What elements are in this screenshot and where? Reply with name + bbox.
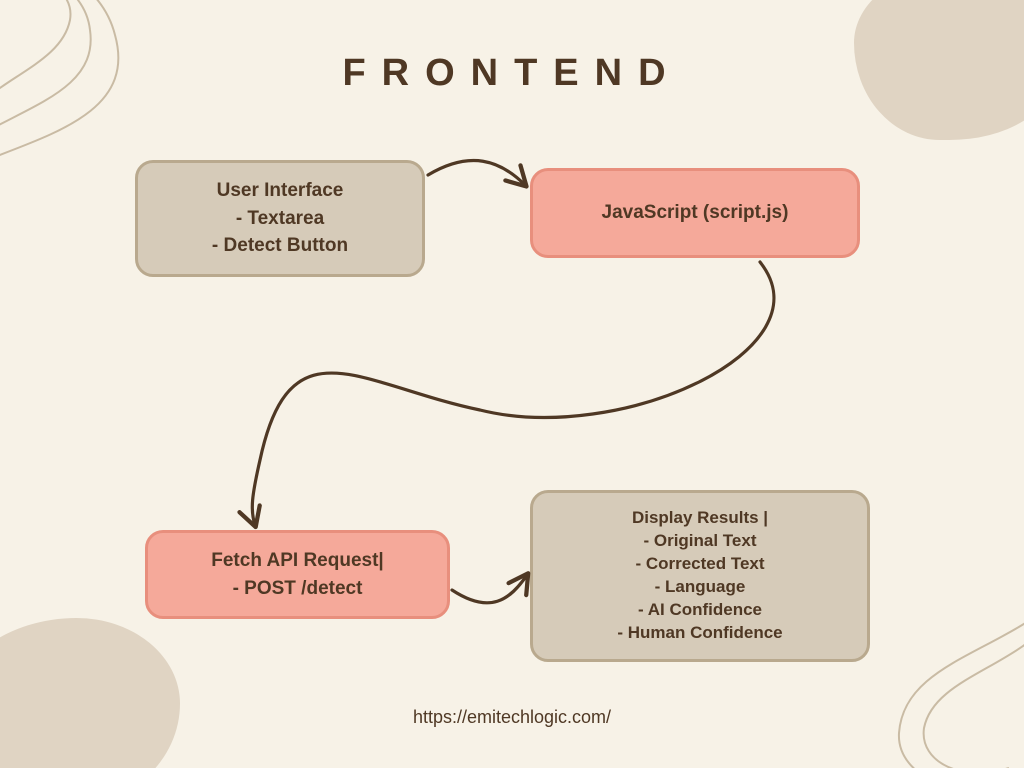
node-fetch-title: Fetch API Request| (168, 547, 427, 575)
node-results-item-original: - Original Text (553, 530, 847, 553)
node-ui-item-detect-button: - Detect Button (158, 232, 402, 260)
node-javascript: JavaScript (script.js) (530, 168, 860, 258)
node-results-item-corrected: - Corrected Text (553, 553, 847, 576)
node-js-title: JavaScript (script.js) (602, 199, 789, 227)
node-fetch-api: Fetch API Request| - POST /detect (145, 530, 450, 619)
node-display-results: Display Results | - Original Text - Corr… (530, 490, 870, 662)
arrow-fetch-to-results (452, 575, 527, 603)
node-ui-item-textarea: - Textarea (158, 205, 402, 233)
decor-blob-bottom-left (0, 618, 180, 768)
node-results-item-ai-confidence: - AI Confidence (553, 599, 847, 622)
arrow-ui-to-js (428, 161, 525, 185)
arrow-js-to-fetch (252, 262, 774, 525)
node-fetch-item-post: - POST /detect (168, 575, 427, 603)
node-user-interface: User Interface - Textarea - Detect Butto… (135, 160, 425, 277)
footer-url: https://emitechlogic.com/ (0, 707, 1024, 728)
node-results-item-human-confidence: - Human Confidence (553, 622, 847, 645)
node-ui-title: User Interface (158, 177, 402, 205)
diagram-canvas: FRONTEND User Interface - Textarea - Det… (0, 0, 1024, 768)
diagram-title: FRONTEND (0, 52, 1024, 95)
node-results-title: Display Results | (553, 507, 847, 530)
node-results-item-language: - Language (553, 576, 847, 599)
